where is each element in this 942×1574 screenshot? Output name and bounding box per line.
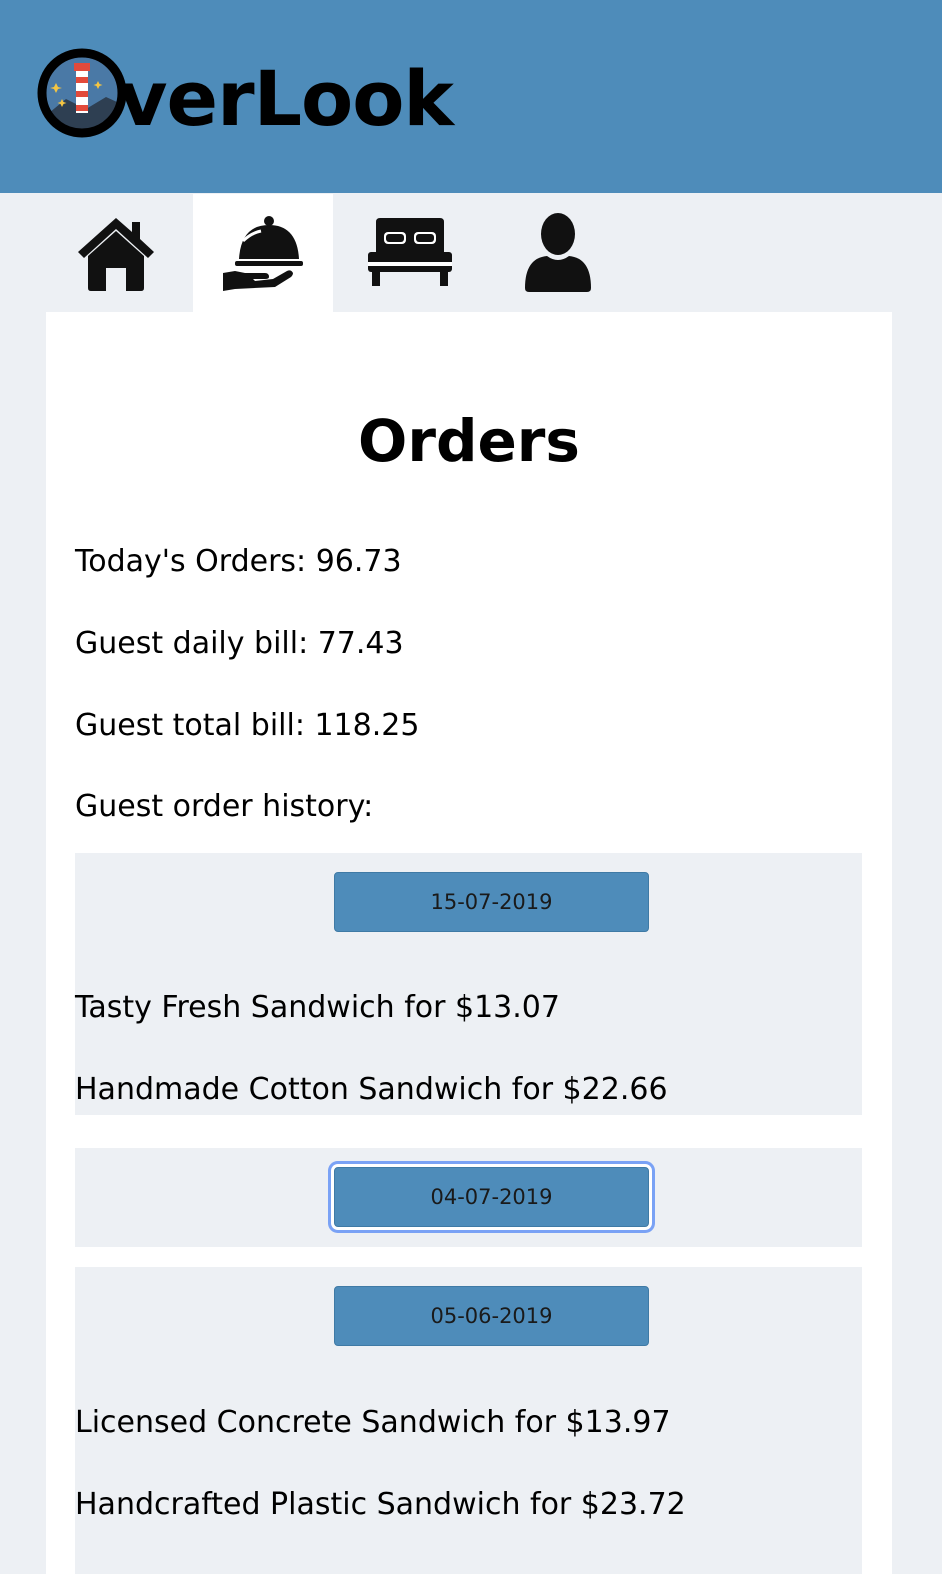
- home-icon: [78, 218, 154, 291]
- page-title: Orders: [358, 407, 580, 475]
- guest-total-bill: Guest total bill: 118.25: [75, 708, 420, 743]
- date-toggle-button[interactable]: 04-07-2019: [334, 1167, 649, 1227]
- date-toggle-button[interactable]: 05-06-2019: [334, 1286, 649, 1346]
- order-item: Handmade Cotton Sandwich for $22.66: [75, 1072, 668, 1107]
- order-item: Licensed Concrete Sandwich for $13.97: [75, 1405, 671, 1440]
- order-day-group: 15-07-2019 Tasty Fresh Sandwich for $13.…: [75, 853, 862, 1115]
- lighthouse-icon: [37, 48, 127, 138]
- tab-rooms[interactable]: [340, 194, 480, 312]
- room-service-icon: [223, 216, 303, 291]
- tab-profile[interactable]: [488, 194, 628, 312]
- orders-panel: Orders Today's Orders: 96.73 Guest daily…: [46, 312, 892, 1574]
- order-item: Tasty Fresh Sandwich for $13.07: [75, 990, 560, 1025]
- bed-icon: [368, 218, 452, 286]
- order-day-group: 05-06-2019 Licensed Concrete Sandwich fo…: [75, 1267, 862, 1574]
- logo-text: verLook: [118, 54, 454, 143]
- guest-daily-bill: Guest daily bill: 77.43: [75, 626, 404, 661]
- user-icon: [525, 213, 591, 292]
- order-item: Handcrafted Plastic Sandwich for $23.72: [75, 1487, 686, 1522]
- order-day-group: 04-07-2019: [75, 1148, 862, 1247]
- order-history-label: Guest order history:: [75, 789, 374, 824]
- date-toggle-button[interactable]: 15-07-2019: [334, 872, 649, 932]
- todays-orders: Today's Orders: 96.73: [75, 544, 402, 579]
- app-header: verLook: [0, 0, 942, 193]
- overlook-logo[interactable]: verLook: [36, 44, 454, 143]
- tab-orders[interactable]: [193, 194, 333, 312]
- tab-home[interactable]: [46, 194, 186, 312]
